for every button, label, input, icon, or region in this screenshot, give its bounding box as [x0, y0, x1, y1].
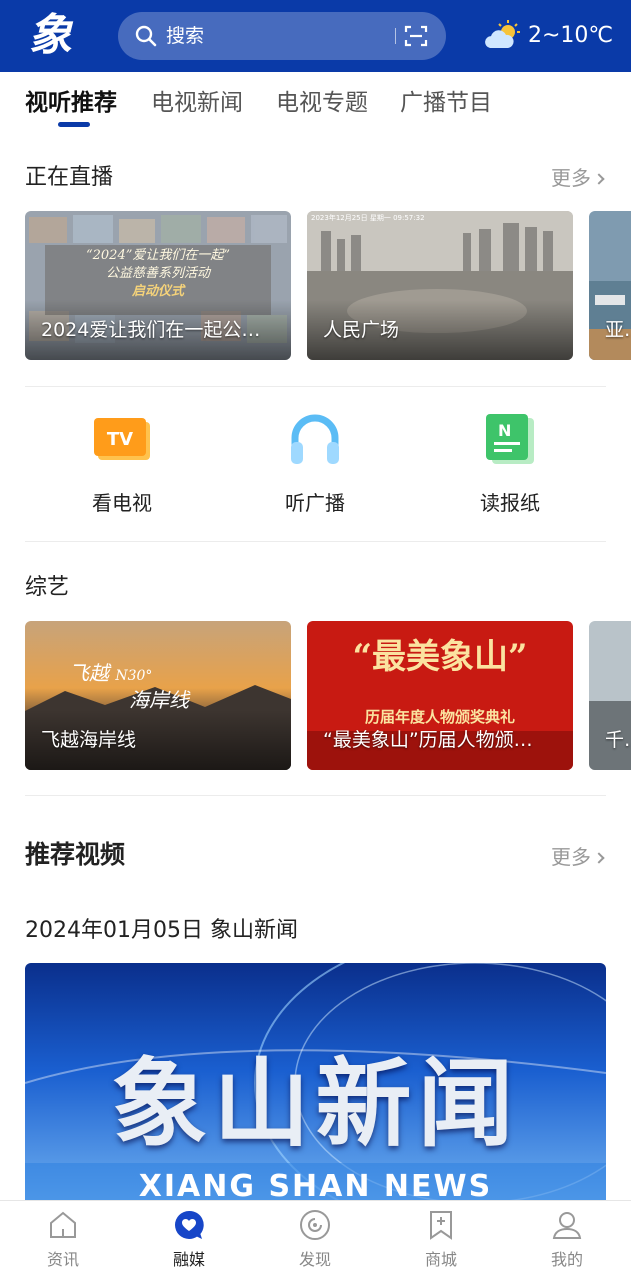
home-icon	[50, 1211, 76, 1238]
newspaper-icon: N	[486, 414, 534, 464]
nav-label: 资讯	[46, 1250, 79, 1269]
nav-item-media[interactable]: 融媒	[126, 1201, 252, 1280]
variety-overlay-title: “最美象山”	[352, 637, 528, 677]
bottom-navigation: 资讯 融媒 发现 商城 我的	[0, 1200, 631, 1280]
tv-icon: TV	[94, 418, 150, 460]
quick-link-label: 听广播	[285, 491, 345, 515]
variety-card[interactable]: 飞越 N30° 海岸线 飞越海岸线	[25, 621, 291, 770]
variety-section-title: 综艺	[25, 575, 70, 600]
card-caption: 千年	[605, 729, 631, 751]
overlay-line: 海岸线	[129, 688, 189, 712]
tab-tv-special[interactable]: 电视专题	[276, 88, 368, 118]
nav-item-discover[interactable]: 发现	[252, 1201, 378, 1280]
chevron-right-icon	[593, 173, 605, 185]
listen-radio-button[interactable]: 听广播	[255, 410, 375, 520]
card-caption: 2024爱让我们在一起公…	[41, 319, 261, 341]
banner-title: 象山新闻	[111, 1048, 520, 1160]
nav-label: 发现	[298, 1250, 331, 1269]
svg-text:2023年12月25日 星期一 09:57:32: 2023年12月25日 星期一 09:57:32	[311, 213, 425, 222]
nav-item-shop[interactable]: 商城	[378, 1201, 504, 1280]
more-label: 更多	[551, 845, 591, 869]
active-tab-indicator	[58, 122, 90, 127]
card-caption: “最美象山”历届人物颁…	[323, 729, 533, 751]
recommend-section-title: 推荐视频	[25, 840, 126, 869]
card-caption: 人民广场	[323, 319, 400, 341]
featured-video-thumbnail[interactable]: 象山新闻 XIANG SHAN NEWS	[25, 963, 606, 1203]
nav-label: 融媒	[172, 1250, 205, 1269]
watch-tv-button[interactable]: TV 看电视	[62, 410, 182, 520]
overlay-line: N30°	[115, 668, 153, 684]
nav-item-news[interactable]: 资讯	[0, 1201, 126, 1280]
quick-link-label: 读报纸	[480, 491, 540, 515]
live-overlay-text: “2024”爱让我们在一起” 公益慈善系列活动 启动仪式	[25, 247, 291, 301]
variety-card[interactable]: 千年	[589, 621, 631, 770]
live-card[interactable]: 2023年12月25日 星期一 09:57:32 人民广场	[307, 211, 573, 360]
tab-recommend[interactable]: 视听推荐	[25, 88, 117, 118]
overlay-line: 飞越	[69, 661, 109, 685]
partly-cloudy-icon	[485, 20, 520, 48]
overlay-line: “2024”爱让我们在一起”	[85, 248, 231, 263]
bookmark-plus-icon	[430, 1211, 452, 1240]
nav-item-profile[interactable]: 我的	[504, 1201, 630, 1280]
nav-label: 我的	[550, 1250, 583, 1269]
more-label: 更多	[551, 166, 591, 190]
tv-icon-text: TV	[107, 429, 133, 450]
search-divider	[395, 28, 396, 44]
overlay-line: 公益慈善系列活动	[105, 266, 210, 281]
live-more-link[interactable]: 更多	[551, 164, 605, 192]
headphones-icon	[291, 414, 339, 464]
search-placeholder: 搜索	[166, 25, 205, 47]
search-icon	[135, 25, 157, 47]
search-bar[interactable]: 搜索	[118, 12, 446, 60]
overlay-line: 启动仪式	[131, 284, 184, 299]
section-divider	[25, 795, 606, 796]
section-divider	[25, 541, 606, 542]
variety-overlay-title: 飞越 N30° 海岸线	[69, 661, 189, 712]
nav-label: 商城	[424, 1250, 457, 1269]
video-title[interactable]: 2024年01月05日 象山新闻	[25, 916, 298, 946]
variety-card[interactable]: “最美象山” 历届年度人物颁奖典礼 “最美象山”历届人物颁…	[307, 621, 573, 770]
weather-widget[interactable]: 2~10℃	[484, 18, 624, 54]
category-tabs: 视听推荐 电视新闻 电视专题 广播节目	[0, 72, 631, 132]
temperature-text: 2~10℃	[528, 23, 614, 48]
scan-icon[interactable]	[404, 24, 428, 48]
live-card[interactable]: 亚帆	[589, 211, 631, 360]
tab-radio[interactable]: 广播节目	[400, 88, 492, 118]
card-caption: 飞越海岸线	[41, 729, 137, 751]
live-section-title: 正在直播	[25, 165, 114, 190]
heart-chat-icon	[175, 1210, 204, 1240]
newspaper-icon-text: N	[498, 421, 511, 440]
live-card[interactable]: “2024”爱让我们在一起” 公益慈善系列活动 启动仪式 2024爱让我们在一起…	[25, 211, 291, 360]
quick-link-label: 看电视	[92, 491, 152, 515]
discover-icon	[300, 1210, 330, 1240]
section-divider	[25, 386, 606, 387]
user-icon	[552, 1212, 582, 1239]
chevron-right-icon	[593, 852, 605, 864]
tab-tv-news[interactable]: 电视新闻	[151, 88, 243, 118]
read-newspaper-button[interactable]: N 读报纸	[450, 410, 570, 520]
banner-subtitle: XIANG SHAN NEWS	[138, 1169, 493, 1203]
variety-overlay-subtitle: 历届年度人物颁奖典礼	[364, 708, 515, 726]
card-caption: 亚帆	[605, 319, 631, 341]
top-header: 象 搜索 2~10℃	[0, 0, 631, 72]
recommend-more-link[interactable]: 更多	[551, 843, 605, 871]
app-logo[interactable]: 象	[18, 10, 82, 62]
